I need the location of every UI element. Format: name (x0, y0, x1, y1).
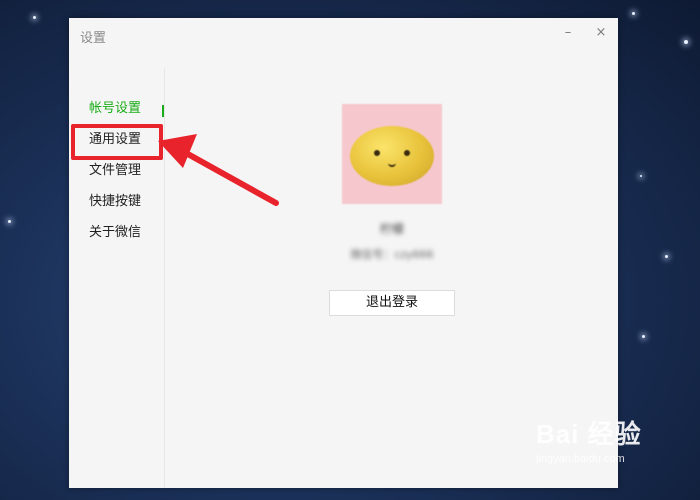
star (8, 220, 11, 223)
watermark-brand: Bai 经验 (536, 419, 642, 449)
minimize-button[interactable]: – (557, 22, 579, 44)
lemon-avatar-icon (350, 126, 434, 186)
watermark-url: jingyan.baidu.com (536, 453, 625, 465)
nickname: 柠檬 (379, 222, 404, 236)
sidebar-item-file-management[interactable]: 文件管理 (89, 160, 141, 182)
star (632, 12, 635, 15)
star (684, 40, 688, 44)
watermark-logo: Bai 经验 jingyan.baidu.com (536, 414, 642, 465)
sidebar-item-account-settings[interactable]: 帐号设置 (89, 98, 141, 120)
star (642, 335, 645, 338)
eye (374, 150, 380, 156)
wechat-id: 微信号：czy666 (350, 248, 434, 261)
close-button[interactable]: × (590, 22, 612, 44)
highlight-box (71, 124, 163, 160)
star (665, 255, 668, 258)
logout-button[interactable]: 退出登录 (329, 290, 455, 316)
sidebar-item-about-wechat[interactable]: 关于微信 (89, 222, 141, 244)
avatar[interactable] (342, 104, 442, 204)
window-title: 设置 (80, 31, 107, 46)
mouth (388, 161, 396, 167)
star (640, 175, 642, 177)
eye (404, 150, 410, 156)
active-indicator (162, 105, 164, 117)
sidebar-item-shortcut-keys[interactable]: 快捷按键 (89, 191, 141, 213)
star (33, 16, 36, 19)
